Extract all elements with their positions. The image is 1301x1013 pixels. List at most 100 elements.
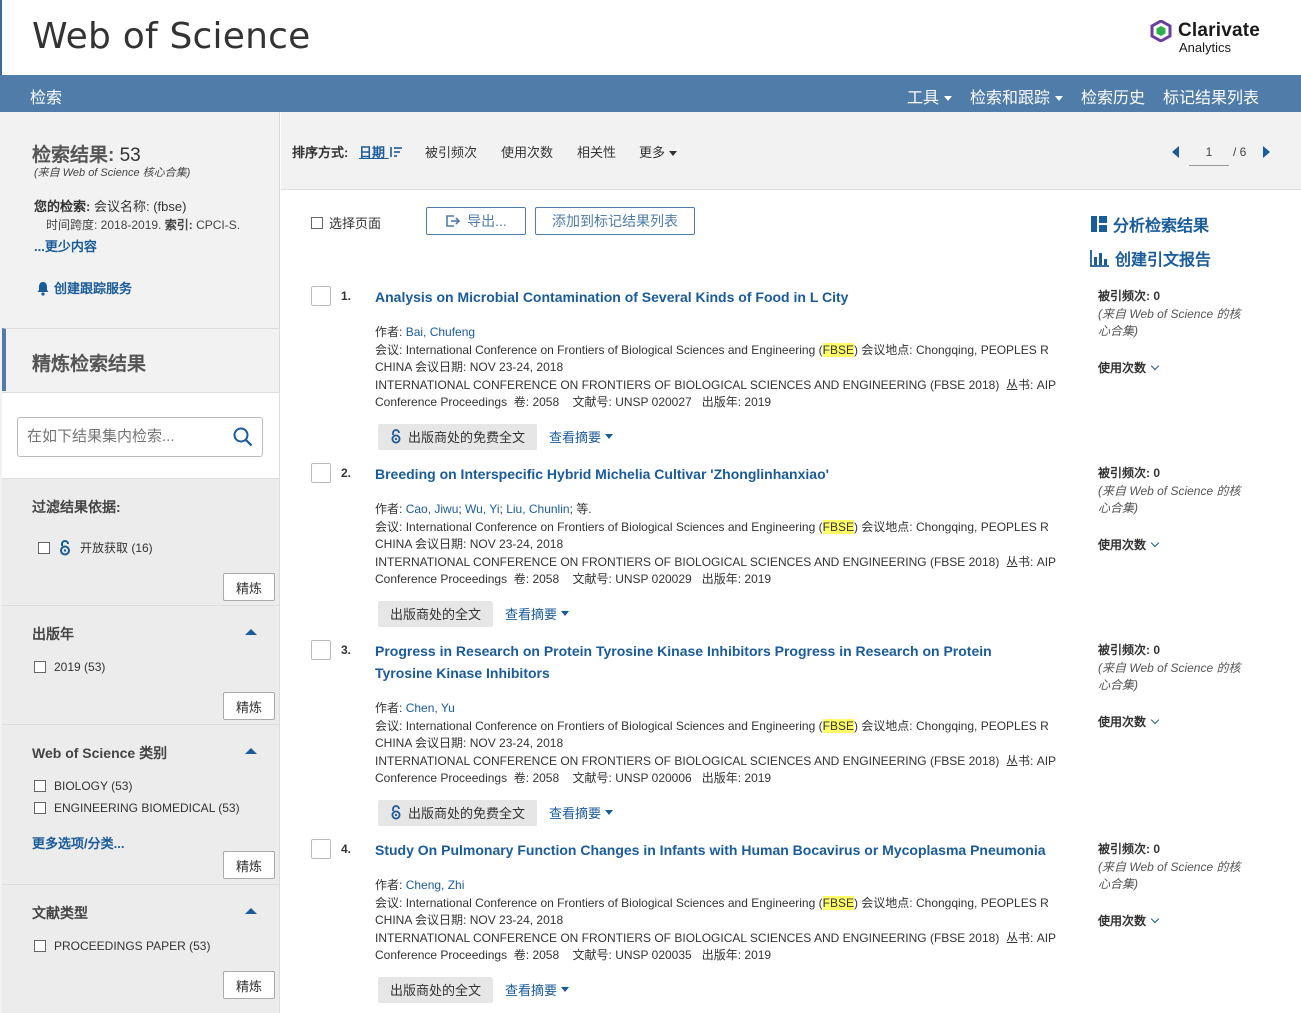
citation-info: 被引频次: 0 (来自 Web of Science 的核心合集) 使用次数 (1098, 841, 1248, 930)
record-title-link[interactable]: Analysis on Microbial Contamination of S… (375, 286, 1047, 308)
select-page[interactable]: 选择页面 (311, 213, 381, 232)
create-alert-link[interactable]: 创建跟踪服务 (36, 278, 132, 297)
sort-option-relevance[interactable]: 相关性 (577, 142, 616, 161)
search-within-input[interactable] (27, 428, 227, 445)
more-options-link[interactable]: 更多选项/分类... (32, 833, 124, 852)
refine-button[interactable]: 精炼 (223, 851, 275, 879)
full-text-button[interactable]: 出版商处的免费全文 (378, 423, 538, 450)
checkbox[interactable] (34, 780, 46, 792)
nav-search-tab[interactable]: 检索 (30, 84, 62, 108)
facet-title: 过滤结果依据: (32, 499, 121, 515)
record-actions: 出版商处的全文 查看摘要 (378, 600, 570, 627)
conference-label: 会议: (375, 895, 403, 910)
sort-option-times-cited[interactable]: 被引频次 (425, 142, 477, 161)
usage-count-toggle[interactable]: 使用次数 (1098, 714, 1248, 732)
author-link[interactable]: Wu, Yi (465, 502, 499, 516)
author-link[interactable]: Cheng, Zhi (406, 878, 465, 892)
usage-label: 使用次数 (1098, 537, 1147, 552)
page-number-input[interactable]: 1 (1189, 142, 1229, 166)
record-checkbox[interactable] (311, 286, 331, 306)
refine-button[interactable]: 精炼 (223, 971, 275, 999)
times-cited-label: 被引频次: (1098, 643, 1150, 657)
facet-title[interactable]: Web of Science 类别 (32, 743, 167, 763)
checkbox[interactable] (38, 541, 50, 554)
author-link[interactable]: Cao, Jiwu (406, 502, 459, 516)
times-cited-label: 被引频次: (1098, 466, 1150, 480)
citation-report-link[interactable]: 创建引文报告 (1090, 246, 1211, 270)
facet-title[interactable]: 文献类型 (32, 903, 88, 923)
open-access-icon (391, 429, 401, 444)
result-record: 3. Progress in Research on Protein Tyros… (281, 640, 1301, 826)
query-index-label: 索引: (164, 218, 193, 232)
record-title-link[interactable]: Study On Pulmonary Function Changes in I… (375, 839, 1047, 861)
citation-info: 被引频次: 0 (来自 Web of Science 的核心合集) 使用次数 (1098, 288, 1248, 377)
view-abstract-link[interactable]: 查看摘要 (505, 980, 570, 999)
export-button[interactable]: 导出... (426, 207, 526, 235)
author-link[interactable]: Liu, Chunlin (506, 502, 569, 516)
record-checkbox[interactable] (311, 640, 331, 660)
record-checkbox[interactable] (311, 463, 331, 483)
facet-title[interactable]: 出版年 (32, 624, 74, 644)
full-text-button[interactable]: 出版商处的免费全文 (378, 799, 538, 826)
record-title-link[interactable]: Breeding on Interspecific Hybrid Micheli… (375, 463, 1047, 485)
record-actions: 出版商处的免费全文 查看摘要 (378, 423, 614, 450)
show-less-link[interactable]: ...更少内容 (34, 236, 97, 255)
volume-label: 卷: (513, 948, 530, 962)
nav-search-alerts[interactable]: 检索和跟踪 (970, 84, 1063, 108)
next-page-icon[interactable] (1263, 146, 1270, 158)
nav-tools[interactable]: 工具 (907, 84, 952, 108)
usage-count-toggle[interactable]: 使用次数 (1098, 360, 1248, 378)
times-cited-label: 被引频次: (1098, 289, 1150, 303)
volume: 2058 (532, 572, 560, 586)
view-abstract-link[interactable]: 查看摘要 (549, 803, 614, 822)
refine-title: 精炼检索结果 (32, 354, 147, 375)
author-link[interactable]: Bai, Chufeng (406, 325, 475, 339)
prev-page-icon[interactable] (1172, 146, 1179, 158)
refine-button[interactable]: 精炼 (223, 573, 275, 601)
search-icon[interactable] (232, 426, 254, 448)
author-link[interactable]: Chen, Yu (406, 701, 455, 715)
chevron-up-icon[interactable] (245, 748, 257, 754)
analyze-results-link[interactable]: 分析检索结果 (1090, 212, 1211, 236)
cite-source: (来自 Web of Science 的核心合集) (1098, 859, 1241, 892)
authors-line: 作者: Bai, Chufeng (375, 324, 1065, 342)
nav-search-history[interactable]: 检索历史 (1081, 84, 1145, 108)
sort-option-usage[interactable]: 使用次数 (501, 142, 553, 161)
usage-count-toggle[interactable]: 使用次数 (1098, 913, 1248, 931)
checkbox[interactable] (34, 661, 46, 673)
facet-option[interactable]: 2019 (53) (34, 660, 105, 674)
refine-button[interactable]: 精炼 (223, 692, 275, 720)
authors-label: 作者: (375, 325, 403, 339)
brand-title[interactable]: Web of Science (32, 16, 310, 57)
record-checkbox[interactable] (311, 839, 331, 859)
add-to-marked-list-button[interactable]: 添加到标记结果列表 (535, 207, 695, 235)
facet-option[interactable]: ENGINEERING BIOMEDICAL (53) (34, 801, 240, 815)
open-access-icon (60, 539, 70, 555)
checkbox[interactable] (34, 802, 46, 814)
view-abstract-link[interactable]: 查看摘要 (505, 604, 570, 623)
chevron-up-icon[interactable] (245, 908, 257, 914)
facet-option[interactable]: 开放获取 (16) (38, 539, 153, 556)
usage-count-toggle[interactable]: 使用次数 (1098, 537, 1248, 555)
volume: 2058 (532, 771, 560, 785)
facet-option[interactable]: PROCEEDINGS PAPER (53) (34, 939, 210, 953)
full-text-button[interactable]: 出版商处的全文 (378, 600, 494, 627)
nav-marked-list[interactable]: 标记结果列表 (1163, 84, 1259, 108)
volume: 2058 (532, 948, 560, 962)
times-cited-value: 0 (1153, 289, 1161, 303)
checkbox[interactable] (34, 940, 46, 952)
sort-option-more[interactable]: 更多 (639, 142, 678, 161)
chevron-up-icon[interactable] (245, 629, 257, 635)
record-title-link[interactable]: Progress in Research on Protein Tyrosine… (375, 640, 1047, 684)
authors-line: 作者: Cheng, Zhi (375, 877, 1065, 895)
full-text-button[interactable]: 出版商处的全文 (378, 976, 494, 1003)
view-abstract-link[interactable]: 查看摘要 (549, 427, 614, 446)
vendor-name: Clarivate (1178, 20, 1261, 41)
page-total: / 6 (1233, 145, 1247, 159)
clarivate-logo[interactable]: Clarivate Analytics (1150, 18, 1270, 58)
article-number: UNSP 020006 (615, 771, 692, 785)
facet-option[interactable]: BIOLOGY (53) (34, 779, 132, 793)
volume: 2058 (532, 395, 560, 409)
checkbox[interactable] (311, 216, 323, 229)
sort-option-date[interactable]: 日期 (359, 142, 403, 161)
